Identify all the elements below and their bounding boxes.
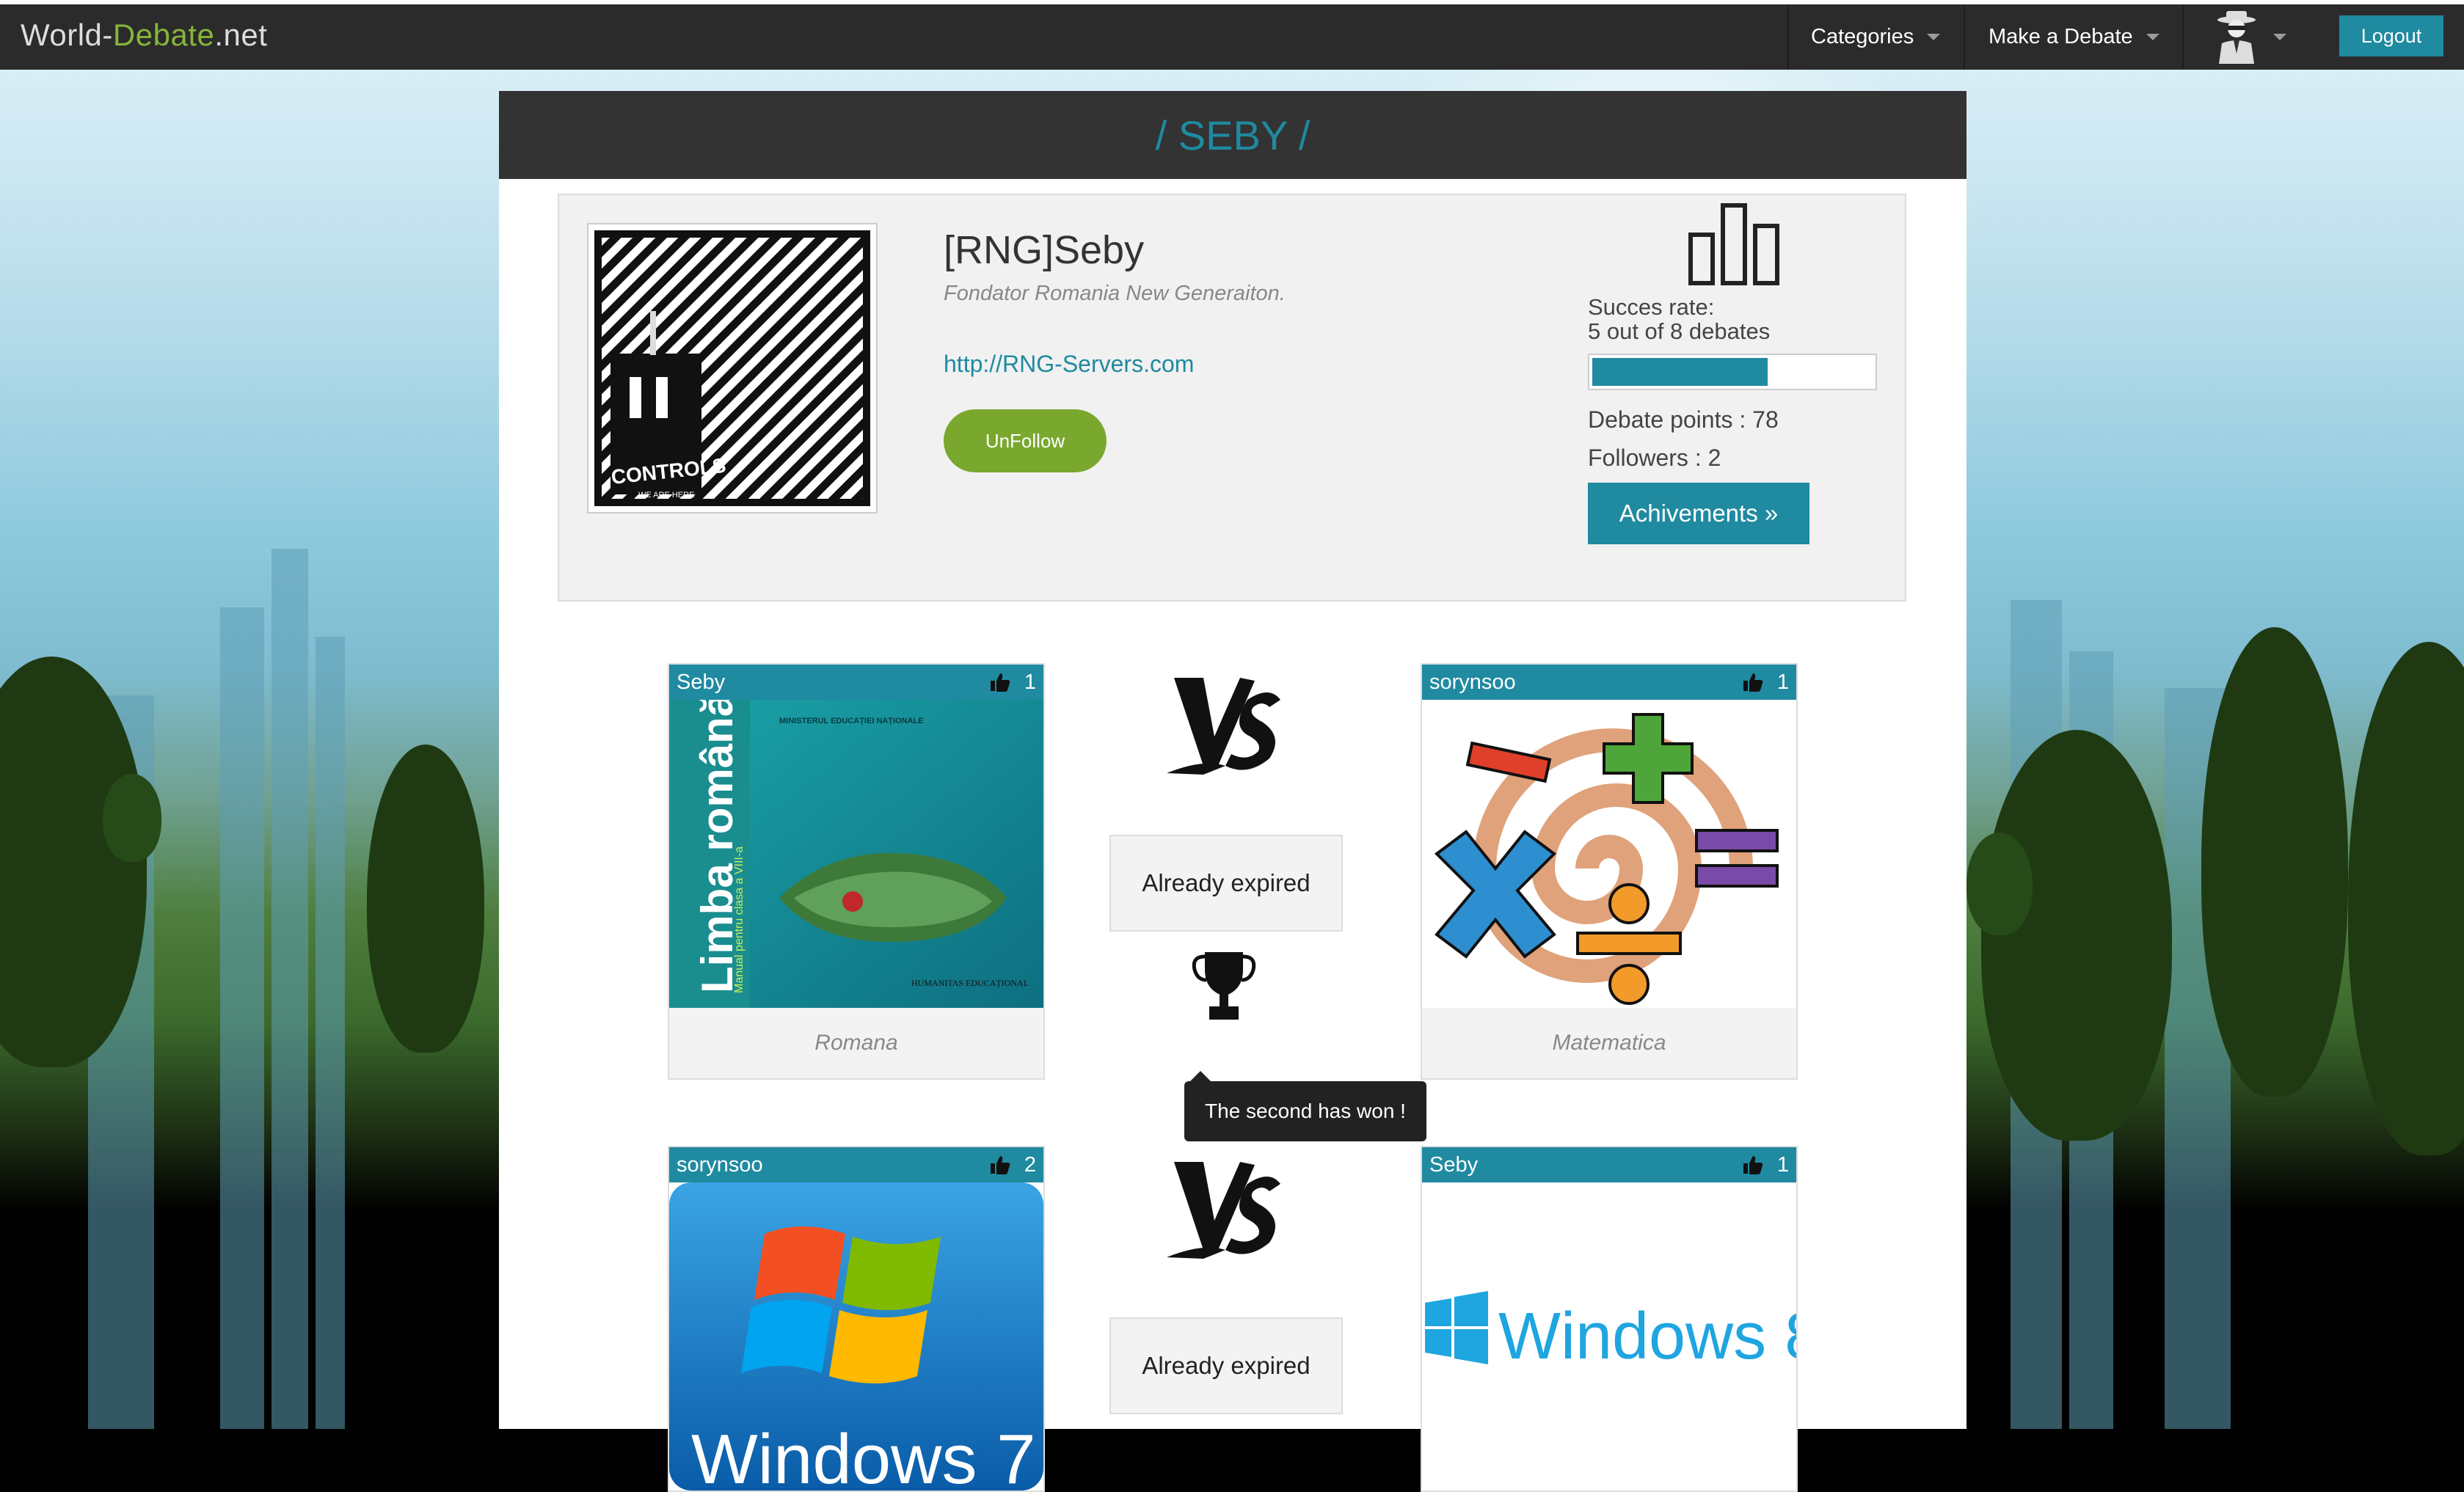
bar-chart-icon [1688,203,1779,285]
caret-down-icon [2273,34,2286,40]
caret-down-icon [2146,34,2159,40]
site-logo[interactable]: World-Debate.net [21,18,267,53]
card-caption: Romana [814,1031,898,1055]
vs-logo [1167,678,1280,775]
debate-status: Already expired [1109,1317,1343,1414]
trophy-icon[interactable] [1190,948,1258,1024]
user-menu-dropdown[interactable] [2182,4,2326,70]
succes-progress-bar [1588,354,1877,390]
debate-card-left[interactable]: Seby 1 Limba română Manual pentru clasa … [668,663,1045,1080]
profile-description: Fondator Romania New Generaiton. [944,282,1286,305]
like-count[interactable]: 2 [989,1153,1036,1177]
card-header: sorynsoo 1 [1422,665,1796,700]
achievements-button[interactable]: Achivements » [1588,483,1809,544]
svg-text:WE ARE HERE: WE ARE HERE [638,491,694,500]
profile-box: CONTROLS WE ARE HERE [RNG]Seby Fondator … [558,194,1906,601]
debate-card-right[interactable]: sorynsoo 1 Matematica [1421,663,1798,1080]
thumbs-up-icon[interactable] [989,672,1011,692]
card-username[interactable]: Seby [1429,1153,1742,1177]
profile-website-link[interactable]: http://RNG-Servers.com [944,351,1194,378]
like-count[interactable]: 1 [989,670,1036,695]
svg-text:Manual pentru clasa a VIII-a: Manual pentru clasa a VIII-a [733,846,746,993]
succes-rate: Succes rate: 5 out of 8 debates [1588,295,1770,343]
card-header: sorynsoo 2 [669,1147,1043,1182]
unfollow-button[interactable]: UnFollow [944,409,1107,472]
controls-avatar-image: CONTROLS WE ARE HERE [594,230,870,506]
debate-image-matematica [1422,700,1796,1008]
thumbs-up-icon[interactable] [989,1155,1011,1175]
profile-avatar: CONTROLS WE ARE HERE [587,223,878,513]
card-username[interactable]: Seby [677,670,989,695]
svg-text:HUMANITAS EDUCAȚIONAL: HUMANITAS EDUCAȚIONAL [911,978,1029,988]
svg-text:Windows 8.1: Windows 8.1 [1498,1300,1796,1373]
make-debate-dropdown[interactable]: Make a Debate [1964,4,2182,70]
card-caption: Matematica [1552,1031,1666,1055]
debate-points: Debate points : 78 [1588,406,1779,433]
page-title: / SEBY / [499,91,1967,179]
followers-count: Followers : 2 [1588,445,1721,471]
card-username[interactable]: sorynsoo [677,1153,989,1177]
top-navbar: World-Debate.net Categories Make a Debat… [0,0,2464,70]
vs-logo [1167,1162,1280,1259]
svg-text:MINISTERUL EDUCAȚIEI NAȚIONALE: MINISTERUL EDUCAȚIEI NAȚIONALE [779,717,924,725]
caret-down-icon [1927,34,1941,40]
thumbs-up-icon[interactable] [1742,1155,1764,1175]
card-header: Seby 1 [1422,1147,1796,1182]
thumbs-up-icon[interactable] [1742,672,1764,692]
profile-name: [RNG]Seby [944,228,1145,272]
spy-avatar-icon [2217,10,2256,64]
succes-rate-detail: 5 out of 8 debates [1588,318,1771,344]
like-count[interactable]: 1 [1742,670,1789,695]
debate-card-right[interactable]: Seby 1 Windows 8.1 [1421,1146,1798,1492]
svg-text:Windows 7: Windows 7 [691,1420,1036,1491]
succes-rate-label: Succes rate: [1588,294,1715,320]
card-header: Seby 1 [669,665,1043,700]
main-panel: / SEBY / CONTROLS WE ARE HERE [RNG]Seby … [499,91,1967,1492]
card-username[interactable]: sorynsoo [1429,670,1742,695]
debate-image-romana: Limba română Manual pentru clasa a VIII-… [669,700,1043,1008]
categories-dropdown[interactable]: Categories [1787,4,1964,70]
debate-card-left[interactable]: sorynsoo 2 Windows 7 [668,1146,1045,1492]
like-count[interactable]: 1 [1742,1153,1789,1177]
make-debate-label: Make a Debate [1989,25,2133,48]
debate-status: Already expired [1109,835,1343,932]
categories-label: Categories [1811,25,1914,48]
succes-progress-fill [1592,358,1768,386]
debate-image-windows81: Windows 8.1 [1422,1182,1796,1491]
winner-tooltip: The second has won ! [1184,1071,1426,1141]
logout-button[interactable]: Logout [2339,15,2443,56]
debate-image-windows7: Windows 7 [669,1182,1043,1491]
